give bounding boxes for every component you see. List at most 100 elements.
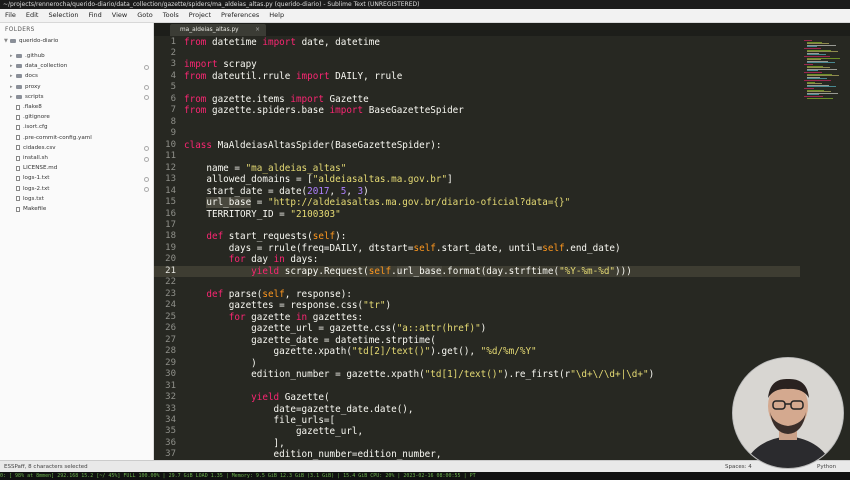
menu-file[interactable]: File — [0, 9, 21, 22]
sidebar-item-label: .github — [25, 53, 45, 59]
sidebar-item-label: .gitignore — [23, 114, 50, 121]
code-editor[interactable]: 1 2 3 4 5 6 7 8 9 10 11 12 13 14 15 16 17 18 19 20 21 22 23 24 2… — [154, 36, 800, 460]
sidebar-item-flake8[interactable]: .flake8 — [16, 102, 42, 112]
sidebar-root-folder[interactable]: ▼ querido-diario — [4, 36, 58, 46]
menu-edit[interactable]: Edit — [21, 9, 44, 22]
sidebar-item-label: LICENSE.md — [23, 165, 58, 172]
menu-find[interactable]: Find — [83, 9, 106, 22]
line-number: 13 — [165, 174, 176, 185]
code-line[interactable]: from dateutil.rrule import DAILY, rrule — [184, 71, 402, 82]
sidebar-item-data-collection[interactable]: ▸ data_collection — [10, 61, 67, 71]
line-number: 7 — [170, 105, 176, 116]
sidebar-header: FOLDERS — [5, 27, 35, 33]
modified-indicator-icon — [144, 146, 149, 152]
sidebar-item-proxy[interactable]: ▸ proxy — [10, 82, 41, 92]
code-line[interactable]: from gazette.spiders.base import BaseGaz… — [184, 105, 464, 116]
modified-indicator-icon — [144, 156, 149, 162]
folder-icon — [16, 54, 22, 58]
code-line[interactable]: from datetime import date, datetime — [184, 37, 380, 48]
sidebar-item-logs-1-txt[interactable]: logs-1.txt — [16, 173, 50, 183]
code-line[interactable]: TERRITORY_ID = "2100303" — [184, 209, 340, 220]
code-line[interactable]: ], — [184, 438, 285, 449]
sidebar-item-label: logs.txt — [23, 195, 44, 202]
line-number: 18 — [165, 231, 176, 242]
code-line[interactable]: days = rrule(freq=DAILY, dtstart=self.st… — [184, 243, 621, 254]
line-number: 26 — [165, 323, 176, 334]
code-line[interactable]: file_urls=[ — [184, 415, 336, 426]
sidebar-item-label: .pre-commit-config.yaml — [23, 134, 92, 141]
line-number: 23 — [165, 288, 176, 299]
sidebar-item-logs-2-txt[interactable]: logs-2.txt — [16, 184, 50, 194]
sidebar-item-cidades-csv[interactable]: cidades.csv — [16, 143, 56, 153]
code-line[interactable]: name = "ma_aldeias_altas" — [184, 163, 346, 174]
line-number: 21 — [165, 265, 176, 276]
folder-icon — [16, 84, 22, 89]
code-line[interactable]: gazette_url, — [184, 426, 363, 437]
file-icon — [16, 114, 20, 120]
code-line[interactable]: date=gazette_date.date(), — [184, 404, 414, 415]
close-icon[interactable]: × — [255, 24, 260, 36]
line-number: 34 — [165, 415, 176, 425]
code-line[interactable]: class MaAldeiasAltasSpider(BaseGazetteSp… — [184, 140, 442, 151]
file-icon — [16, 104, 20, 110]
file-icon — [16, 135, 20, 141]
code-line[interactable]: gazette_url = gazette.css("a::attr(href)… — [184, 323, 486, 334]
file-icon — [16, 206, 20, 212]
line-number: 14 — [165, 185, 176, 196]
code-line[interactable]: yield scrapy.Request(self.url_base.forma… — [184, 265, 632, 277]
menu-goto[interactable]: Goto — [132, 9, 158, 22]
code-line[interactable]: start_date = date(2017, 5, 3) — [184, 186, 368, 197]
tab-ma-aldeias-altas[interactable]: ma_aldeias_altas.py × — [170, 24, 266, 36]
code-line[interactable]: ) — [184, 358, 257, 369]
code-line[interactable]: allowed_domains = ["aldeiasaltas.ma.gov.… — [184, 174, 452, 185]
code-line[interactable]: for day in days: — [184, 254, 319, 265]
code-line[interactable]: for gazette in gazettes: — [184, 312, 363, 323]
line-number: 22 — [165, 277, 176, 288]
sidebar-item-logs-txt[interactable]: logs.txt — [16, 194, 44, 204]
sidebar-item-label: docs — [25, 73, 38, 80]
menu-view[interactable]: View — [107, 9, 132, 22]
line-number: 35 — [165, 426, 176, 437]
menu-tools[interactable]: Tools — [158, 9, 184, 22]
line-number: 24 — [165, 300, 176, 311]
code-line[interactable]: yield Gazette( — [184, 392, 329, 403]
menu-help[interactable]: Help — [264, 9, 289, 22]
line-number: 31 — [165, 380, 176, 391]
sidebar-item-isort-cfg[interactable]: .isort.cfg — [16, 122, 48, 132]
code-line[interactable]: gazettes = response.css("tr") — [184, 300, 391, 311]
sidebar-item-gitignore[interactable]: .gitignore — [16, 112, 50, 122]
sidebar-item-pre-commit-config-yaml[interactable]: .pre-commit-config.yaml — [16, 133, 92, 143]
line-number: 3 — [170, 59, 176, 70]
minimap-line — [807, 97, 833, 99]
code-line[interactable]: import scrapy — [184, 59, 257, 70]
sidebar-item-install-sh[interactable]: install.sh — [16, 153, 48, 163]
folder-icon — [16, 74, 22, 79]
menu-preferences[interactable]: Preferences — [216, 9, 264, 22]
sidebar-item-github[interactable]: ▸ .github — [10, 51, 45, 61]
sidebar-item-docs[interactable]: ▸ docs — [10, 71, 38, 81]
code-line[interactable]: gazette_date = datetime.strptime( — [184, 335, 436, 346]
sidebar-item-license-md[interactable]: LICENSE.md — [16, 163, 57, 173]
code-line[interactable]: url_base = "http://aldeiasaltas.ma.gov.b… — [184, 197, 570, 209]
line-number: 11 — [165, 151, 176, 162]
line-number: 1 — [170, 36, 176, 47]
code-line[interactable]: edition_number=edition_number, — [184, 449, 442, 460]
code-line[interactable]: edition_number = gazette.xpath("td[1]/te… — [184, 369, 654, 380]
code-line[interactable]: gazette.xpath("td[2]/text()").get(), "%d… — [184, 346, 537, 357]
modified-indicator-icon — [144, 187, 149, 193]
sidebar-item-scripts[interactable]: ▸ scripts — [10, 92, 44, 102]
code-line[interactable]: from gazette.items import Gazette — [184, 94, 369, 105]
line-number: 17 — [165, 220, 176, 231]
menu-project[interactable]: Project — [184, 9, 216, 22]
modified-indicator-icon — [144, 85, 149, 91]
person-image — [733, 358, 843, 468]
sidebar-item-makefile[interactable]: Makefile — [16, 204, 46, 214]
code-line[interactable]: def start_requests(self): — [184, 231, 346, 242]
menu-selection[interactable]: Selection — [43, 9, 83, 22]
modified-indicator-icon — [144, 176, 149, 182]
sidebar-item-label: logs-2.txt — [23, 185, 50, 192]
system-status-bar: 0: [ 98% at 8mmen] 292.168 15.2 [~/ 45%]… — [0, 472, 850, 480]
sidebar-item-label: data_collection — [25, 63, 68, 70]
file-icon — [16, 145, 20, 151]
code-line[interactable]: def parse(self, response): — [184, 289, 352, 300]
